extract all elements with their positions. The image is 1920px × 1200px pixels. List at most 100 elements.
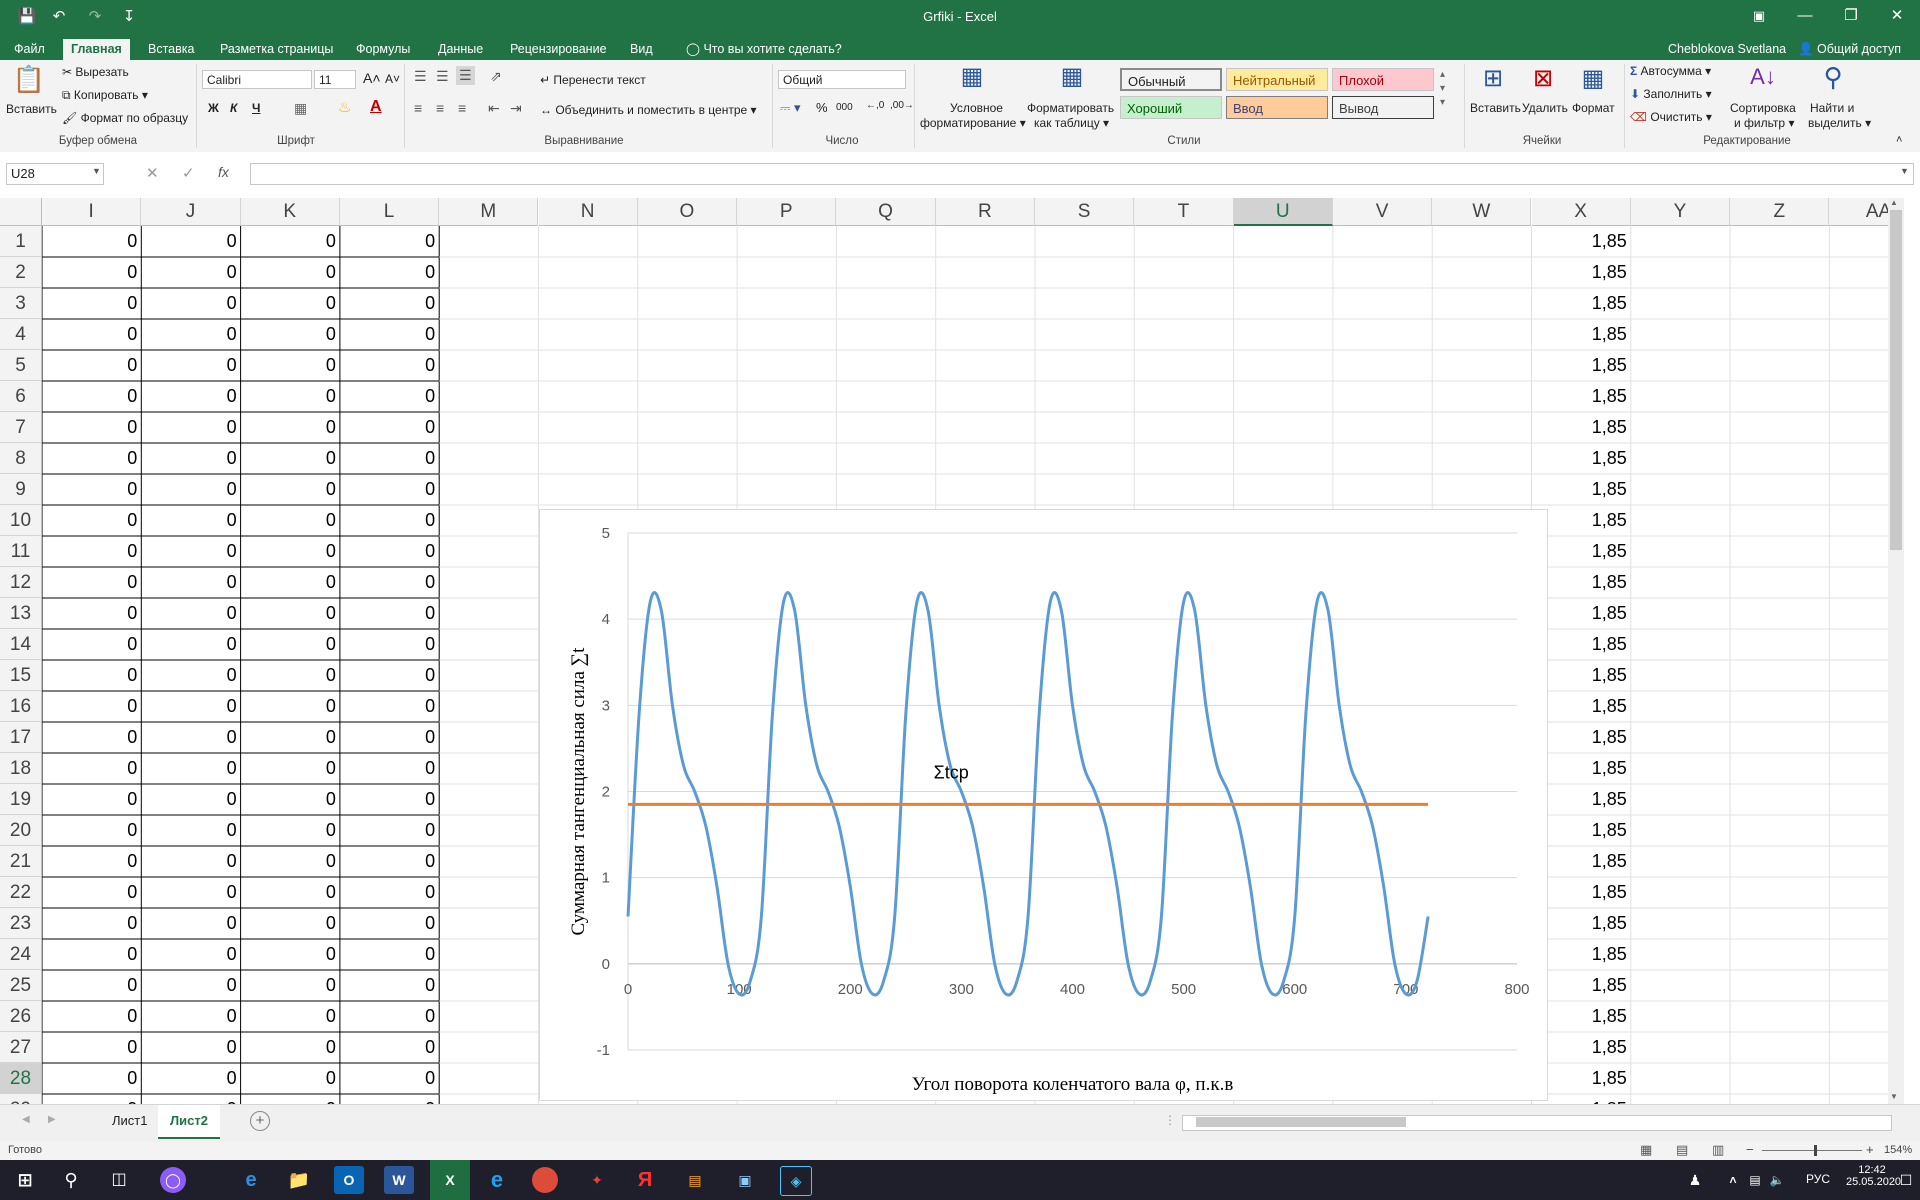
cell-I13[interactable]: 0 bbox=[42, 598, 141, 629]
name-box-dropdown-icon[interactable]: ▼ bbox=[92, 166, 101, 176]
borders-icon[interactable]: ▦ bbox=[294, 100, 307, 117]
cell-I27[interactable]: 0 bbox=[42, 1032, 141, 1063]
column-header-L[interactable]: L bbox=[339, 198, 440, 226]
app-icon-monitor[interactable]: ▣ bbox=[730, 1166, 760, 1194]
grow-font-icon[interactable]: A˄ bbox=[363, 70, 381, 86]
cell-L5[interactable]: 0 bbox=[340, 350, 439, 381]
column-header-P[interactable]: P bbox=[737, 198, 837, 226]
format-as-table-line1[interactable]: Форматировать bbox=[1027, 101, 1114, 115]
cell-K18[interactable]: 0 bbox=[241, 753, 340, 784]
outlook-icon[interactable]: O bbox=[334, 1166, 364, 1194]
style-normal[interactable]: Обычный bbox=[1120, 68, 1222, 91]
row-header-15[interactable]: 15 bbox=[0, 660, 42, 691]
tab-data[interactable]: Данные bbox=[430, 39, 491, 60]
cell-X7[interactable]: 1,85 bbox=[1532, 412, 1631, 443]
row-header-7[interactable]: 7 bbox=[0, 412, 42, 443]
row-header-4[interactable]: 4 bbox=[0, 319, 42, 350]
page-break-view-icon[interactable]: ▥ bbox=[1712, 1142, 1724, 1158]
cell-L22[interactable]: 0 bbox=[340, 877, 439, 908]
column-header-U[interactable]: U bbox=[1233, 198, 1333, 226]
cell-L15[interactable]: 0 bbox=[340, 660, 439, 691]
cell-K15[interactable]: 0 bbox=[241, 660, 340, 691]
cell-I21[interactable]: 0 bbox=[42, 846, 141, 877]
ribbon-display-icon[interactable]: ▣ bbox=[1736, 0, 1782, 32]
cell-I12[interactable]: 0 bbox=[42, 567, 141, 598]
row-header-1[interactable]: 1 bbox=[0, 226, 42, 257]
collapse-ribbon-icon[interactable]: ˄ bbox=[1896, 134, 1902, 146]
align-top-icon[interactable]: ☰ bbox=[414, 68, 427, 85]
cell-X1[interactable]: 1,85 bbox=[1532, 226, 1631, 257]
row-header-18[interactable]: 18 bbox=[0, 753, 42, 784]
cell-I23[interactable]: 0 bbox=[42, 908, 141, 939]
cell-L6[interactable]: 0 bbox=[340, 381, 439, 412]
zoom-level[interactable]: 154% bbox=[1884, 1144, 1912, 1156]
column-header-J[interactable]: J bbox=[141, 198, 241, 226]
cell-L14[interactable]: 0 bbox=[340, 629, 439, 660]
cell-J28[interactable]: 0 bbox=[141, 1063, 240, 1094]
cell-J14[interactable]: 0 bbox=[141, 629, 240, 660]
cell-L29[interactable]: 0 bbox=[340, 1094, 439, 1104]
cell-J23[interactable]: 0 bbox=[141, 908, 240, 939]
internet-explorer-icon[interactable]: e bbox=[482, 1166, 512, 1194]
cell-L27[interactable]: 0 bbox=[340, 1032, 439, 1063]
app-icon-compass[interactable]: ◈ bbox=[780, 1166, 812, 1196]
row-header-16[interactable]: 16 bbox=[0, 691, 42, 722]
cell-K23[interactable]: 0 bbox=[241, 908, 340, 939]
cut-button[interactable]: ✂ Вырезать bbox=[62, 65, 129, 79]
column-header-O[interactable]: O bbox=[637, 198, 738, 226]
row-header-12[interactable]: 12 bbox=[0, 567, 42, 598]
cell-J17[interactable]: 0 bbox=[141, 722, 240, 753]
row-header-17[interactable]: 17 bbox=[0, 722, 42, 753]
cell-L28[interactable]: 0 bbox=[340, 1063, 439, 1094]
horizontal-scroll-thumb[interactable] bbox=[1196, 1117, 1406, 1127]
confirm-entry-icon[interactable]: ✓ bbox=[182, 164, 195, 182]
shrink-font-icon[interactable]: A˅ bbox=[385, 72, 400, 86]
increase-decimal-icon[interactable]: ←,0 bbox=[866, 100, 884, 111]
word-icon[interactable]: W bbox=[384, 1166, 414, 1194]
cell-K27[interactable]: 0 bbox=[241, 1032, 340, 1063]
row-header-8[interactable]: 8 bbox=[0, 443, 42, 474]
tab-page-layout[interactable]: Разметка страницы bbox=[212, 39, 341, 60]
cell-I4[interactable]: 0 bbox=[42, 319, 141, 350]
cell-K8[interactable]: 0 bbox=[241, 443, 340, 474]
row-header-11[interactable]: 11 bbox=[0, 536, 42, 567]
cell-J19[interactable]: 0 bbox=[141, 784, 240, 815]
tab-formulas[interactable]: Формулы bbox=[348, 39, 418, 60]
cell-J7[interactable]: 0 bbox=[141, 412, 240, 443]
cell-X8[interactable]: 1,85 bbox=[1532, 443, 1631, 474]
cell-I7[interactable]: 0 bbox=[42, 412, 141, 443]
format-as-table-line2[interactable]: как таблицу ▾ bbox=[1034, 116, 1109, 130]
clear-button[interactable]: ⌫ Очистить ▾ bbox=[1630, 110, 1712, 124]
cell-J21[interactable]: 0 bbox=[141, 846, 240, 877]
cell-I20[interactable]: 0 bbox=[42, 815, 141, 846]
align-middle-icon[interactable]: ☰ bbox=[436, 68, 449, 85]
tab-home[interactable]: Главная bbox=[63, 39, 130, 60]
autosum-button[interactable]: Σ Автосумма ▾ bbox=[1630, 64, 1711, 78]
row-header-9[interactable]: 9 bbox=[0, 474, 42, 505]
align-right-icon[interactable]: ≡ bbox=[458, 100, 466, 116]
underline-button[interactable]: Ч bbox=[252, 101, 260, 115]
delete-cells-icon[interactable]: ⊠ bbox=[1526, 64, 1560, 98]
column-header-M[interactable]: M bbox=[439, 198, 539, 226]
column-header-N[interactable]: N bbox=[538, 198, 638, 226]
column-header-W[interactable]: W bbox=[1432, 198, 1532, 226]
cell-I16[interactable]: 0 bbox=[42, 691, 141, 722]
formula-input[interactable] bbox=[250, 163, 1914, 185]
spreadsheet-grid[interactable]: I J K L M N O P Q R S T U V W X Y Z AA 1 0 0 0 0 1,85 2 0 0 0 0 1,85 3… bbox=[0, 198, 1904, 1104]
vertical-scroll-thumb[interactable] bbox=[1890, 210, 1902, 550]
cell-J29[interactable]: 0 bbox=[141, 1094, 240, 1104]
cell-L26[interactable]: 0 bbox=[340, 1001, 439, 1032]
conditional-format-line2[interactable]: форматирование ▾ bbox=[920, 116, 1026, 130]
zoom-out-icon[interactable]: − bbox=[1746, 1142, 1754, 1157]
cell-L1[interactable]: 0 bbox=[340, 226, 439, 257]
cell-J24[interactable]: 0 bbox=[141, 939, 240, 970]
style-neutral[interactable]: Нейтральный bbox=[1226, 68, 1328, 91]
yandex-browser-icon[interactable]: Я bbox=[630, 1166, 660, 1194]
font-name-combo[interactable]: Calibri bbox=[202, 70, 312, 89]
cell-I17[interactable]: 0 bbox=[42, 722, 141, 753]
cell-J2[interactable]: 0 bbox=[141, 257, 240, 288]
column-header-R[interactable]: R bbox=[935, 198, 1035, 226]
insert-function-icon[interactable]: fx bbox=[218, 164, 229, 180]
find-select-line1[interactable]: Найти и bbox=[1810, 101, 1854, 115]
cancel-entry-icon[interactable]: ✕ bbox=[146, 164, 159, 182]
